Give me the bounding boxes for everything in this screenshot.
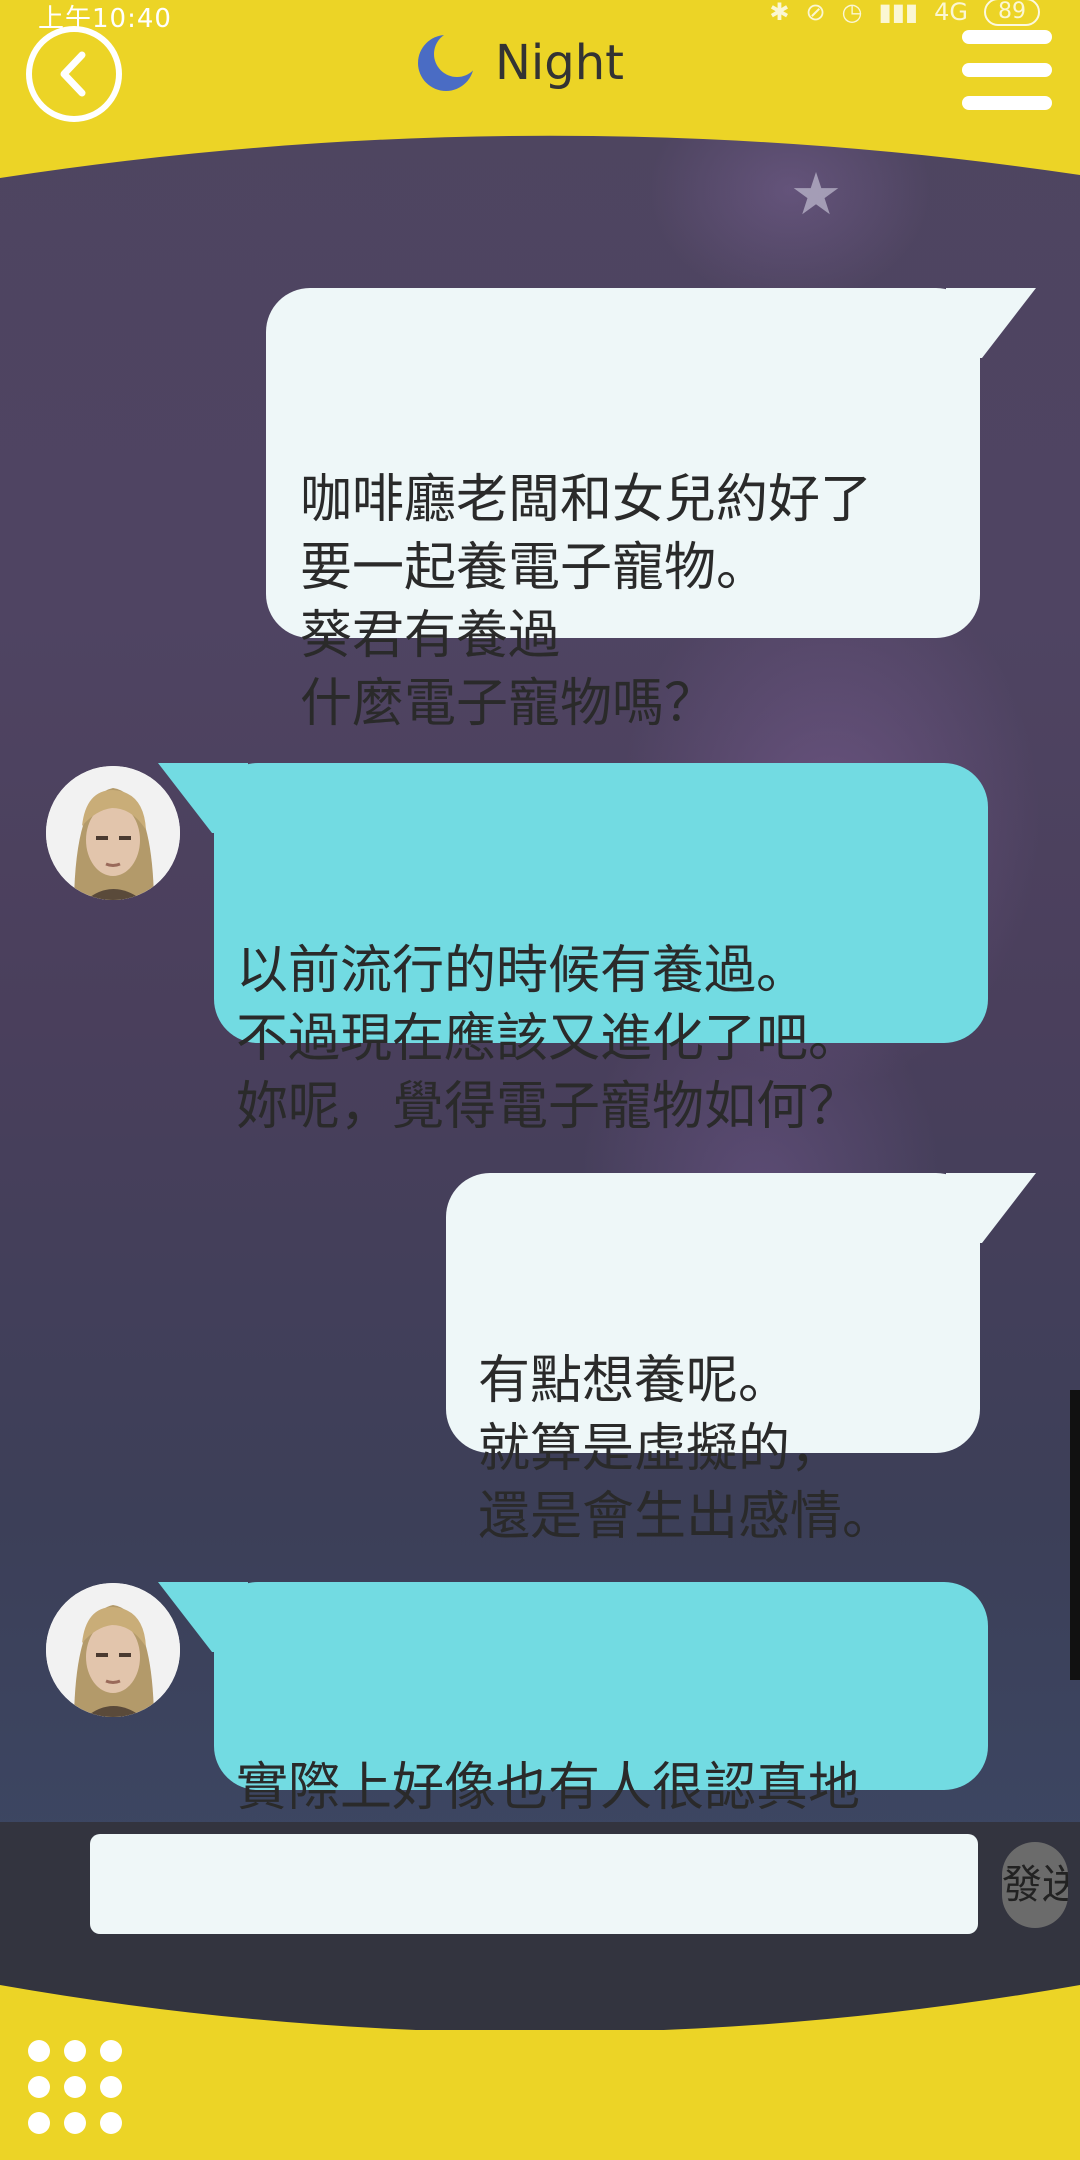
status-icons: ✱ ⊘ ◷ ▮▮▮ 4G 89 [769,0,1040,26]
bluetooth-icon: ✱ [769,0,790,26]
avatar[interactable] [46,1583,180,1717]
message-bubble-sent: 有點想養呢。 就算是虛擬的， 還是會生出感情。 [446,1173,1036,1547]
message-bubble-received: 以前流行的時候有養過。 不過現在應該又進化了吧。 妳呢，覺得電子寵物如何？ [158,763,988,1137]
crescent-moon-icon [418,35,474,91]
grid-menu-button[interactable] [28,2040,122,2134]
menu-line [962,96,1052,110]
message-text: 以前流行的時候有養過。 不過現在應該又進化了吧。 妳呢，覺得電子寵物如何？ [236,941,861,1137]
grid-dot [28,2076,50,2098]
back-button[interactable] [26,26,122,122]
character-portrait-icon [46,766,180,900]
alarm-icon: ◷ [841,0,863,26]
menu-button[interactable] [962,30,1052,110]
battery-level: 89 [984,0,1040,26]
avatar[interactable] [46,766,180,900]
star-icon: ★ [790,160,842,228]
grid-dot [100,2076,122,2098]
message-input[interactable] [90,1834,978,1934]
send-button[interactable]: 發送 [1002,1842,1068,1928]
mute-icon: ⊘ [805,0,826,26]
grid-dot [64,2076,86,2098]
message-bubble-sent: 咖啡廳老闆和女兒約好了 要一起養電子寵物。 葵君有養過 什麼電子寵物嗎？ [266,288,1036,734]
status-bar: 上午10:40 ✱ ⊘ ◷ ▮▮▮ 4G 89 [0,0,1080,34]
grid-menu-icon [28,2040,50,2062]
page-title: Night [495,35,624,91]
network-type: 4G [934,0,968,26]
message-bubble-received: 實際上好像也有人很認真地 放入感情照顧。 [158,1582,988,1886]
signal-icon: ▮▮▮ [878,0,919,26]
hamburger-menu-icon [962,30,1052,44]
message-text: 有點想養呢。 就算是虛擬的， 還是會生出感情。 [478,1351,895,1547]
grid-dot [64,2112,86,2134]
composer-bar: 發送 [0,1822,1080,1952]
grid-dot [28,2112,50,2134]
header-title: Night [415,28,624,98]
back-arrow-icon [60,51,86,97]
menu-line [962,63,1052,77]
grid-dot [64,2040,86,2062]
grid-dot [100,2112,122,2134]
edge-strip [1070,1390,1080,1680]
grid-dot [100,2040,122,2062]
character-portrait-icon [46,1583,180,1717]
